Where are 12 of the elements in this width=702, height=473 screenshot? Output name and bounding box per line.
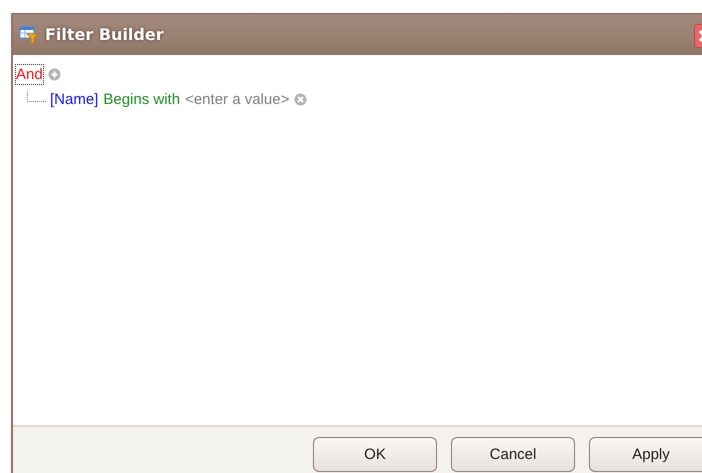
group-operator[interactable]: And [15, 64, 44, 84]
dialog-button[interactable]: OK [313, 437, 437, 472]
table-funnel-icon [19, 24, 39, 44]
add-icon[interactable] [48, 68, 61, 80]
dialog-button[interactable]: Cancel [451, 437, 575, 472]
value-placeholder[interactable]: <enter a value> [185, 91, 290, 108]
operation-name[interactable]: Begins with [103, 91, 180, 108]
remove-icon[interactable] [294, 93, 308, 106]
tree-connector [27, 90, 47, 102]
dialog-button[interactable]: Apply [589, 437, 702, 472]
window-title: Filter Builder [45, 25, 165, 44]
field-name[interactable]: [Name] [50, 91, 98, 108]
